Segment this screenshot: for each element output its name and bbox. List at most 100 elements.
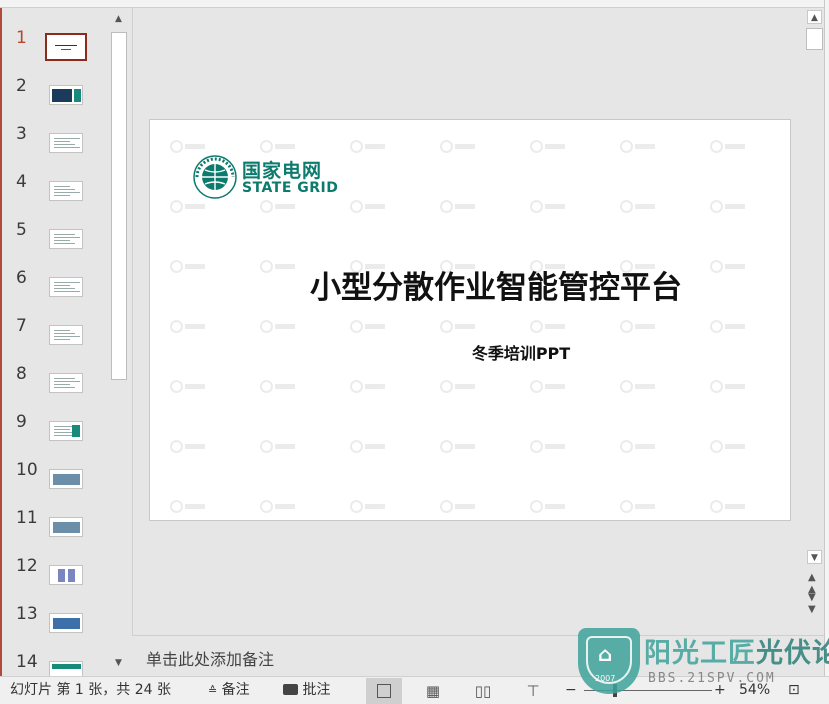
watermark-tile xyxy=(530,200,566,214)
slide-thumbnail-number: 5 xyxy=(16,220,27,240)
scrollbar-thumb[interactable] xyxy=(806,28,823,50)
notes-placeholder[interactable]: 单击此处添加备注 xyxy=(146,646,274,670)
slide-thumbnail[interactable]: 7 xyxy=(2,316,110,364)
slide-thumbnail-image xyxy=(49,85,83,105)
comments-button[interactable]: 批注 xyxy=(283,677,330,704)
scroll-down-icon[interactable]: ▼ xyxy=(111,656,126,670)
slide-thumbnail[interactable]: 9 xyxy=(2,412,110,460)
slide-thumbnail[interactable]: 12 xyxy=(2,556,110,604)
scroll-up-icon[interactable]: ▲ xyxy=(111,12,126,26)
thumbnail-scrollbar[interactable]: ▲ ▼ xyxy=(109,8,128,676)
watermark-tile xyxy=(350,320,386,334)
watermark-tile xyxy=(530,140,566,154)
watermark-tile xyxy=(530,320,566,334)
state-grid-globe-icon xyxy=(193,155,237,199)
slide-thumbnail-number: 13 xyxy=(16,604,38,624)
comment-icon xyxy=(283,684,298,695)
watermark-tile xyxy=(170,380,206,394)
watermark-tile xyxy=(710,380,746,394)
slide-sorter-icon: ▦ xyxy=(425,682,441,700)
watermark-tile xyxy=(620,500,656,514)
watermark-tile xyxy=(530,500,566,514)
watermark-tile xyxy=(620,140,656,154)
slide-thumbnail-image xyxy=(49,517,83,537)
slide-title[interactable]: 小型分散作业智能管控平台 xyxy=(150,262,790,307)
slide-thumbnail[interactable]: 2 xyxy=(2,76,110,124)
watermark-tile xyxy=(440,200,476,214)
slide-thumbnail-image xyxy=(49,565,83,585)
slide-thumbnail[interactable]: 5 xyxy=(2,220,110,268)
watermark-tile xyxy=(620,200,656,214)
slide-thumbnail[interactable]: 6 xyxy=(2,268,110,316)
watermark-tile xyxy=(620,440,656,454)
slide-editor[interactable]: 国家电网 STATE GRID 小型分散作业智能管控平台 冬季培训PPT xyxy=(132,8,804,635)
slide-thumbnail-number: 12 xyxy=(16,556,38,576)
watermark-tile xyxy=(260,500,296,514)
editor-scrollbar[interactable]: ▲ ▼ ▲ ▲ ▼ ▼ xyxy=(805,8,824,635)
window-edge xyxy=(824,0,829,704)
logo-english-name: STATE GRID xyxy=(242,180,339,196)
slide-thumbnail[interactable]: 13 xyxy=(2,604,110,652)
notes-label: 备注 xyxy=(221,682,250,698)
next-slide-icon[interactable]: ▼ ▼ xyxy=(808,592,816,616)
state-grid-logo: 国家电网 STATE GRID xyxy=(192,154,342,202)
scroll-up-icon[interactable]: ▲ xyxy=(807,10,822,24)
watermark-tile xyxy=(350,440,386,454)
watermark-tile xyxy=(530,440,566,454)
watermark-tile xyxy=(170,140,206,154)
watermark-tile xyxy=(710,140,746,154)
slide-canvas[interactable]: 国家电网 STATE GRID 小型分散作业智能管控平台 冬季培训PPT xyxy=(149,119,791,521)
watermark-tile xyxy=(350,380,386,394)
scroll-down-icon[interactable]: ▼ xyxy=(807,550,822,564)
slide-thumbnail-image xyxy=(49,469,83,489)
logo-chinese-name: 国家电网 xyxy=(242,160,323,182)
normal-view-button[interactable] xyxy=(366,678,402,704)
normal-view-icon xyxy=(377,684,391,698)
slide-thumbnail-number: 10 xyxy=(16,460,38,480)
slideshow-button[interactable]: ⊤ xyxy=(515,678,551,704)
slide-thumbnail[interactable]: 14 xyxy=(2,652,110,676)
slide-thumbnail-image xyxy=(49,421,83,441)
watermark-tile xyxy=(170,320,206,334)
slide-thumbnail-image xyxy=(49,277,83,297)
slide-thumbnail-number: 2 xyxy=(16,76,27,96)
slide-subtitle[interactable]: 冬季培训PPT xyxy=(150,340,790,364)
watermark-tile xyxy=(620,320,656,334)
slide-thumbnail[interactable]: 8 xyxy=(2,364,110,412)
watermark-tile xyxy=(350,200,386,214)
slide-sorter-button[interactable]: ▦ xyxy=(415,678,451,704)
watermark-tile xyxy=(260,140,296,154)
watermark-tile xyxy=(620,380,656,394)
watermark-tile xyxy=(260,200,296,214)
slide-thumbnail[interactable]: 1 xyxy=(2,28,110,76)
slide-thumbnail-image xyxy=(49,229,83,249)
slide-thumbnail[interactable]: 3 xyxy=(2,124,110,172)
forum-watermark: ⌂ 2007 阳光工匠光伏论坛 BBS.21SPV.COM xyxy=(578,628,829,696)
watermark-tile xyxy=(170,500,206,514)
slide-thumbnail-number: 1 xyxy=(16,28,27,48)
watermark-tile xyxy=(260,440,296,454)
slide-thumbnail-image xyxy=(49,373,83,393)
powerpoint-window: 1 2 3 4 5 6 7 8 9 10 11 12 13 14 ▲ ▼ 国家电网 STATE GRID … xyxy=(0,0,829,704)
watermark-tile xyxy=(530,380,566,394)
watermark-tile xyxy=(170,440,206,454)
watermark-tile xyxy=(260,320,296,334)
slide-thumbnail-number: 6 xyxy=(16,268,27,288)
zoom-out-button[interactable]: − xyxy=(565,677,577,704)
slide-thumbnail[interactable]: 4 xyxy=(2,172,110,220)
watermark-tile xyxy=(260,380,296,394)
notes-toggle-button[interactable]: ≙ 备注 xyxy=(208,677,250,704)
slide-thumbnail-number: 3 xyxy=(16,124,27,144)
slide-thumbnail-number: 14 xyxy=(16,652,38,672)
watermark-tile xyxy=(710,200,746,214)
notes-icon: ≙ xyxy=(208,684,218,697)
shield-mark: ⌂ xyxy=(598,642,613,666)
watermark-tile xyxy=(440,380,476,394)
scrollbar-thumb[interactable] xyxy=(111,32,127,380)
slide-thumbnail[interactable]: 10 xyxy=(2,460,110,508)
slide-thumbnail-image xyxy=(49,325,83,345)
watermark-tile xyxy=(440,440,476,454)
slide-thumbnail-image xyxy=(49,133,83,153)
reading-view-button[interactable]: ▯▯ xyxy=(465,678,501,704)
slide-thumbnail[interactable]: 11 xyxy=(2,508,110,556)
